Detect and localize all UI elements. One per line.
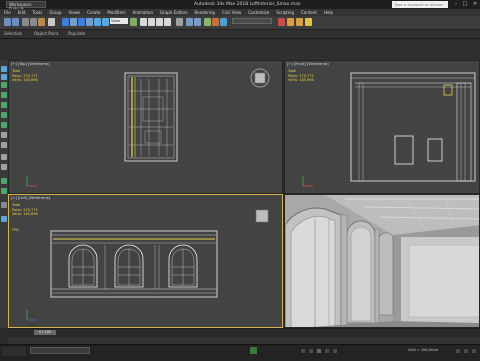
- select-mode-icon[interactable]: [1, 66, 7, 72]
- pan-icon[interactable]: [471, 348, 477, 354]
- play-icon[interactable]: [316, 348, 322, 354]
- modify-icon[interactable]: [1, 102, 7, 108]
- prompt-line: [30, 347, 90, 354]
- link-icon[interactable]: [22, 18, 29, 26]
- menu-civil-view[interactable]: Civil View: [222, 9, 241, 16]
- display-icon[interactable]: [1, 132, 7, 138]
- rendered-frame-icon[interactable]: [296, 18, 303, 26]
- menu-content[interactable]: Content: [301, 9, 317, 16]
- select-icon[interactable]: [62, 18, 69, 26]
- menu-bar: File Edit Tools Group Views Create Modif…: [0, 9, 480, 16]
- ribbon-panel-area: [0, 39, 480, 60]
- ribbon-tab-object-paint[interactable]: Object Paint: [34, 30, 58, 38]
- undo-icon[interactable]: [4, 18, 11, 26]
- navigation-cube-icon[interactable]: [249, 67, 271, 89]
- snap-toggle-icon[interactable]: [1, 216, 7, 222]
- angle-snap-icon[interactable]: [148, 18, 155, 26]
- grid-readout: Grid = 100,0mm: [408, 348, 439, 352]
- spinner-snap-icon[interactable]: [164, 18, 171, 26]
- menu-modifiers[interactable]: Modifiers: [107, 9, 125, 16]
- move-icon[interactable]: [94, 18, 101, 26]
- viewport-perspective[interactable]: [284, 194, 480, 328]
- reference-coordinate-dropdown[interactable]: View: [110, 18, 128, 24]
- utilities-icon[interactable]: [1, 142, 7, 148]
- render-icon[interactable]: [305, 18, 312, 26]
- navigation-cube-icon[interactable]: [251, 205, 273, 227]
- workspace-dropdown[interactable]: Workspace: Default: [6, 1, 46, 12]
- menu-edit[interactable]: Edit: [18, 9, 26, 16]
- freeze-icon[interactable]: [1, 164, 7, 170]
- menu-animation[interactable]: Animation: [133, 9, 153, 16]
- pivot-icon[interactable]: [130, 18, 137, 26]
- render-setup-icon[interactable]: [287, 18, 294, 26]
- menu-tools[interactable]: Tools: [32, 9, 42, 16]
- scene-explorer-icon[interactable]: [204, 18, 211, 26]
- viewport-left[interactable]: [+] [Left] [Wireframe] Total Polys: 270,…: [8, 194, 283, 328]
- track-bar[interactable]: [8, 337, 480, 352]
- select-filter-icon[interactable]: [48, 18, 55, 26]
- lock-icon[interactable]: [1, 202, 7, 208]
- motion-icon[interactable]: [1, 122, 7, 128]
- previous-frame-icon[interactable]: [308, 348, 314, 354]
- isolate-icon[interactable]: [1, 154, 7, 160]
- percent-snap-icon[interactable]: [156, 18, 163, 26]
- maximize-icon[interactable]: □: [460, 0, 470, 9]
- menu-group[interactable]: Group: [49, 9, 61, 16]
- next-frame-icon[interactable]: [324, 348, 330, 354]
- mirror-icon[interactable]: [186, 18, 193, 26]
- create-icon[interactable]: [1, 92, 7, 98]
- left-wireframe: [26, 230, 218, 321]
- material-editor-icon[interactable]: [278, 18, 285, 26]
- ribbon-tab-selection[interactable]: Selection: [4, 30, 22, 38]
- redo-icon[interactable]: [12, 18, 19, 26]
- select-by-name-icon[interactable]: [70, 18, 77, 26]
- curve-editor-icon[interactable]: [212, 18, 219, 26]
- schematic-view-icon[interactable]: [220, 18, 227, 26]
- scene-icon[interactable]: [1, 188, 7, 194]
- named-selection-icon[interactable]: [176, 18, 183, 26]
- maxscript-listener[interactable]: [2, 347, 26, 356]
- close-icon[interactable]: ✕: [470, 0, 480, 9]
- orbit-icon[interactable]: [463, 348, 469, 354]
- rect-region-icon[interactable]: [78, 18, 85, 26]
- window-crossing-icon[interactable]: [86, 18, 93, 26]
- window-title: Autodesk 3ds Max 2018 LoftInterior_Smax.…: [194, 2, 301, 7]
- viewport-top[interactable]: [+] [Top] [Wireframe] Total Polys: 270,7…: [8, 60, 283, 194]
- hierarchy-icon[interactable]: [1, 112, 7, 118]
- menu-help[interactable]: Help: [324, 9, 333, 16]
- named-selection-field[interactable]: [232, 18, 272, 24]
- menu-customize[interactable]: Customize: [248, 9, 269, 16]
- viewport-front[interactable]: [+] [Front] [Wireframe] Total Polys: 270…: [284, 60, 480, 194]
- menu-rendering[interactable]: Rendering: [195, 9, 215, 16]
- ribbon: Selection Object Paint Populate: [0, 30, 480, 39]
- front-wireframe: [302, 72, 476, 187]
- move-mode-icon[interactable]: [1, 74, 7, 80]
- menu-file[interactable]: File: [4, 9, 11, 16]
- menu-scripting[interactable]: Scripting: [276, 9, 294, 16]
- ribbon-tab-populate[interactable]: Populate: [68, 30, 85, 38]
- layer-icon[interactable]: [1, 178, 7, 184]
- perspective-render: [285, 195, 479, 327]
- object-paint-icon[interactable]: [1, 82, 7, 88]
- go-to-end-icon[interactable]: [332, 348, 338, 354]
- zoom-icon[interactable]: [455, 348, 461, 354]
- align-icon[interactable]: [194, 18, 201, 26]
- unlink-icon[interactable]: [30, 18, 37, 26]
- top-wireframe: [26, 72, 178, 187]
- go-to-start-icon[interactable]: [300, 348, 306, 354]
- snap-icon[interactable]: [140, 18, 147, 26]
- bind-space-warp-icon[interactable]: [38, 18, 45, 26]
- search-input[interactable]: Type a keyword or phrase: [392, 1, 448, 8]
- menu-create[interactable]: Create: [87, 9, 100, 16]
- auto-key-icon[interactable]: [250, 347, 257, 354]
- menu-views[interactable]: Views: [69, 9, 81, 16]
- rotate-icon[interactable]: [102, 18, 109, 26]
- time-slider[interactable]: 0 / 100: [34, 330, 56, 335]
- menu-graph-editors[interactable]: Graph Editors: [160, 9, 187, 16]
